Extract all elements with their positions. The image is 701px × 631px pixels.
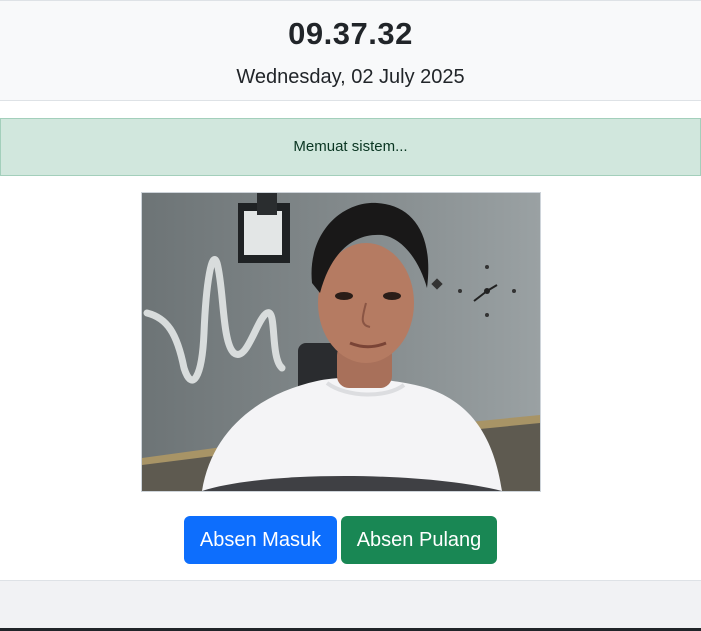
footer (0, 580, 701, 631)
webcam-feed-image (142, 193, 540, 491)
clock-time: 09.37.32 (288, 16, 413, 51)
clock-date: Wednesday, 02 July 2025 (236, 66, 465, 88)
status-alert: Memuat sistem... (0, 118, 701, 176)
check-in-button[interactable]: Absen Masuk (184, 516, 337, 564)
clock-card: 09.37.32 Wednesday, 02 July 2025 (0, 0, 701, 101)
status-message: Memuat sistem... (293, 138, 408, 155)
camera-preview (141, 192, 541, 492)
check-out-button[interactable]: Absen Pulang (341, 516, 497, 564)
